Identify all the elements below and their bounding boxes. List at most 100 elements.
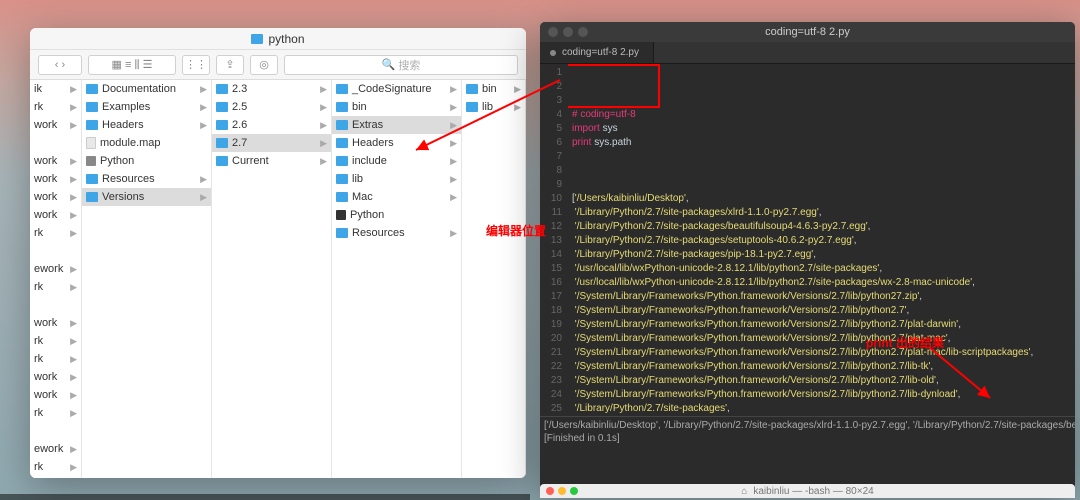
tags-button[interactable]: ◎ — [250, 55, 278, 75]
tab-file[interactable]: coding=utf-8 2.py — [540, 42, 654, 63]
chevron-right-icon: ▶ — [450, 156, 457, 167]
item-label: work — [34, 119, 57, 131]
list-item[interactable]: Headers▶ — [82, 116, 211, 134]
editor-titlebar[interactable]: coding=utf-8 2.py — [540, 22, 1075, 42]
item-label: 2.3 — [232, 83, 247, 95]
finder-col-3[interactable]: _CodeSignature▶bin▶Extras▶Headers▶includ… — [332, 80, 462, 478]
build-console[interactable]: ['/Users/kaibinliu/Desktop', '/Library/P… — [540, 416, 1075, 490]
chevron-right-icon: ▶ — [70, 336, 77, 347]
close-icon[interactable] — [546, 487, 554, 495]
list-item[interactable]: ik▶ — [30, 80, 81, 98]
item-label: Versions — [102, 191, 144, 203]
finder-col-0[interactable]: ik▶rk▶work▶work▶work▶work▶work▶rk▶ework▶… — [30, 80, 82, 478]
search-icon: 🔍 — [382, 58, 396, 71]
list-item[interactable]: Python — [332, 206, 461, 224]
list-item[interactable]: bin▶ — [462, 80, 525, 98]
terminal-window-titlebar[interactable]: ⌂ kaibinliu — -bash — 80×24 — [540, 484, 1075, 498]
list-item[interactable] — [30, 134, 81, 152]
chevron-right-icon: ▶ — [200, 192, 207, 203]
list-item[interactable] — [30, 296, 81, 314]
code-area[interactable]: # coding=utf-8 import sys print sys.path… — [568, 64, 1075, 416]
list-item[interactable]: rk▶ — [30, 350, 81, 368]
list-item[interactable]: lib▶ — [462, 98, 525, 116]
list-item[interactable] — [30, 422, 81, 440]
finder-columns: ik▶rk▶work▶work▶work▶work▶work▶rk▶ework▶… — [30, 80, 526, 478]
minimize-icon[interactable] — [558, 487, 566, 495]
folder-icon — [86, 120, 98, 130]
list-item[interactable]: module.map — [82, 134, 211, 152]
list-item[interactable]: Headers▶ — [332, 134, 461, 152]
chevron-right-icon: ▶ — [70, 318, 77, 329]
chevron-right-icon: ▶ — [320, 156, 327, 167]
list-item[interactable]: rk▶ — [30, 224, 81, 242]
share-button[interactable]: ⇪ — [216, 55, 244, 75]
list-item[interactable] — [30, 242, 81, 260]
list-item[interactable]: Examples▶ — [82, 98, 211, 116]
list-item[interactable]: rk▶ — [30, 332, 81, 350]
arrange-button[interactable]: ⋮⋮ — [182, 55, 210, 75]
list-item[interactable]: work▶ — [30, 170, 81, 188]
list-item[interactable]: 2.5▶ — [212, 98, 331, 116]
list-item[interactable]: work ▶ — [30, 116, 81, 134]
folder-icon — [216, 84, 228, 94]
list-item[interactable]: Mac▶ — [332, 188, 461, 206]
chevron-right-icon: ▶ — [70, 282, 77, 293]
chevron-right-icon: ▶ — [70, 390, 77, 401]
list-item[interactable]: 2.3▶ — [212, 80, 331, 98]
nav-back-forward[interactable]: ‹ › — [38, 55, 82, 75]
list-item[interactable]: rk▶ — [30, 278, 81, 296]
list-item[interactable]: ework▶ — [30, 440, 81, 458]
list-item[interactable]: ework▶ — [30, 260, 81, 278]
list-item[interactable]: rk▶ — [30, 458, 81, 476]
exec-icon — [336, 210, 346, 220]
home-icon: ⌂ — [741, 486, 747, 497]
list-item[interactable]: Documentation▶ — [82, 80, 211, 98]
list-item[interactable]: Resources▶ — [332, 224, 461, 242]
view-switcher[interactable]: ▦ ≡ ⫼ ☰ — [88, 55, 176, 75]
chevron-right-icon: ▶ — [450, 120, 457, 131]
folder-icon — [336, 138, 348, 148]
folder-icon — [216, 102, 228, 112]
item-label: Resources — [352, 227, 405, 239]
list-item[interactable]: work▶ — [30, 386, 81, 404]
list-item[interactable]: work▶ — [30, 314, 81, 332]
chevron-right-icon: ▶ — [70, 120, 77, 131]
list-item[interactable]: _CodeSignature▶ — [332, 80, 461, 98]
tab-modified-icon — [550, 50, 556, 56]
list-item[interactable]: Resources▶ — [82, 170, 211, 188]
close-icon[interactable] — [548, 27, 558, 37]
zoom-icon[interactable] — [570, 487, 578, 495]
list-item[interactable]: work▶ — [30, 368, 81, 386]
finder-col-2[interactable]: 2.3▶2.5▶2.6▶2.7▶Current▶ — [212, 80, 332, 478]
finder-col-1[interactable]: Documentation▶Examples▶Headers▶module.ma… — [82, 80, 212, 478]
search-field[interactable]: 🔍 搜索 — [284, 55, 518, 75]
list-item[interactable]: work▶ — [30, 206, 81, 224]
minimize-icon[interactable] — [563, 27, 573, 37]
list-item[interactable]: Python — [82, 152, 211, 170]
zoom-icon[interactable] — [578, 27, 588, 37]
list-item[interactable]: Extras▶ — [332, 116, 461, 134]
list-item[interactable]: bin▶ — [332, 98, 461, 116]
list-item[interactable]: 2.6▶ — [212, 116, 331, 134]
list-item[interactable]: Current▶ — [212, 152, 331, 170]
traffic-lights[interactable] — [548, 27, 588, 37]
list-item[interactable]: rk▶ — [30, 404, 81, 422]
traffic-lights[interactable] — [546, 487, 578, 495]
item-label: _CodeSignature — [352, 83, 432, 95]
list-item[interactable]: 2.7▶ — [212, 134, 331, 152]
list-item[interactable]: work▶ — [30, 188, 81, 206]
list-item[interactable]: work▶ — [30, 476, 81, 478]
chevron-right-icon: ▶ — [70, 462, 77, 473]
finder-titlebar[interactable]: python — [30, 28, 526, 50]
chevron-right-icon: ▶ — [70, 264, 77, 275]
list-item[interactable]: work▶ — [30, 152, 81, 170]
list-item[interactable]: include▶ — [332, 152, 461, 170]
folder-icon — [251, 34, 263, 44]
list-item[interactable]: rk▶ — [30, 98, 81, 116]
finder-col-4[interactable]: bin▶lib▶ — [462, 80, 526, 478]
folder-icon — [86, 192, 98, 202]
chevron-right-icon: ▶ — [70, 102, 77, 113]
folder-icon — [216, 156, 228, 166]
list-item[interactable]: lib▶ — [332, 170, 461, 188]
list-item[interactable]: Versions ▶ — [82, 188, 211, 206]
